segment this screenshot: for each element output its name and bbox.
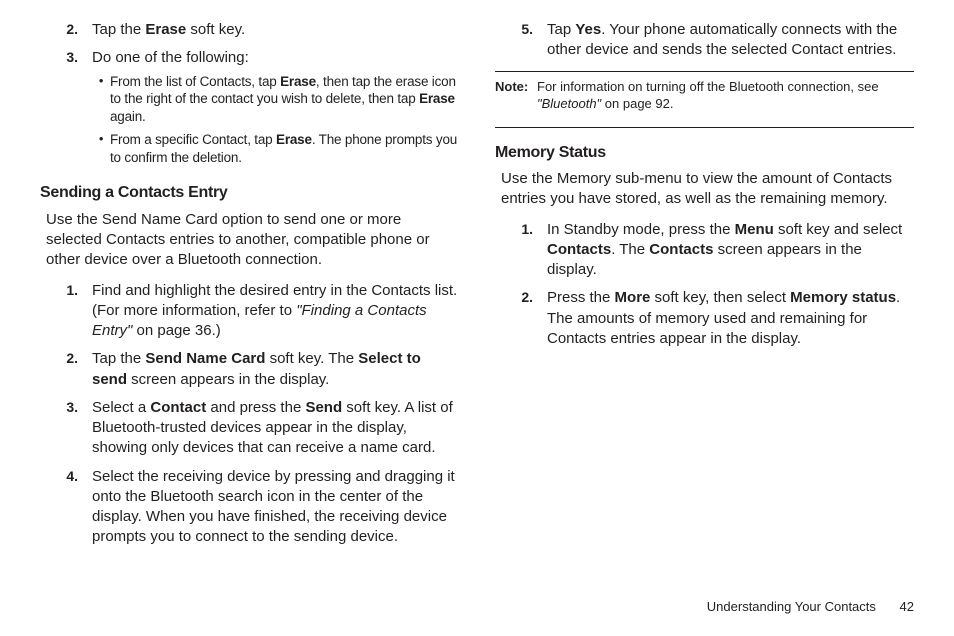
list-item: 2.Press the More soft key, then select M… [495,288,914,349]
list-item: 2.Tap the Erase soft key. [40,20,459,40]
step-text: Select the receiving device by pressing … [92,467,459,548]
sending-contacts-heading: Sending a Contacts Entry [40,182,459,204]
sending-steps-list: 1.Find and highlight the desired entry i… [40,281,459,548]
step-text: Press the More soft key, then select Mem… [547,288,914,349]
two-column-layout: 2.Tap the Erase soft key.3.Do one of the… [40,20,914,558]
erase-steps-list: 2.Tap the Erase soft key.3.Do one of the… [40,20,459,172]
sending-contacts-intro: Use the Send Name Card option to send on… [46,210,459,271]
step-number: 2. [495,288,547,349]
note-rule-bottom [495,127,914,128]
step-number: 1. [40,281,92,342]
memory-status-intro: Use the Memory sub-menu to view the amou… [501,169,914,210]
step-number: 5. [495,20,547,61]
bullet-item: From the list of Contacts, tap Erase, th… [92,73,459,126]
step-number: 1. [495,220,547,281]
step-number: 3. [40,398,92,459]
bluetooth-note: Note: For information on turning off the… [495,74,914,119]
page-footer: Understanding Your Contacts 42 [707,599,914,614]
bullet-item: From a specific Contact, tap Erase. The … [92,131,459,166]
step-text: Select a Contact and press the Send soft… [92,398,459,459]
note-body: For information on turning off the Bluet… [537,78,914,113]
sub-bullet-list: From the list of Contacts, tap Erase, th… [92,73,459,167]
sending-steps-continued: 5.Tap Yes. Your phone automatically conn… [495,20,914,61]
left-column: 2.Tap the Erase soft key.3.Do one of the… [40,20,459,558]
step-number: 4. [40,467,92,548]
step-text: Tap the Erase soft key. [92,20,459,40]
step-text: Tap Yes. Your phone automatically connec… [547,20,914,61]
step-number: 2. [40,20,92,40]
note-label: Note: [495,78,537,113]
right-column: 5.Tap Yes. Your phone automatically conn… [495,20,914,558]
list-item: 3.Select a Contact and press the Send so… [40,398,459,459]
step-text: Do one of the following:From the list of… [92,48,459,172]
list-item: 5.Tap Yes. Your phone automatically conn… [495,20,914,61]
step-text: Tap the Send Name Card soft key. The Sel… [92,349,459,390]
memory-steps-list: 1.In Standby mode, press the Menu soft k… [495,220,914,350]
footer-page-number: 42 [900,599,914,614]
step-text: In Standby mode, press the Menu soft key… [547,220,914,281]
list-item: 1.Find and highlight the desired entry i… [40,281,459,342]
list-item: 1.In Standby mode, press the Menu soft k… [495,220,914,281]
memory-status-heading: Memory Status [495,142,914,164]
list-item: 2.Tap the Send Name Card soft key. The S… [40,349,459,390]
list-item: 3.Do one of the following:From the list … [40,48,459,172]
list-item: 4.Select the receiving device by pressin… [40,467,459,548]
step-text: Find and highlight the desired entry in … [92,281,459,342]
footer-section-title: Understanding Your Contacts [707,599,876,614]
step-number: 3. [40,48,92,172]
manual-page: 2.Tap the Erase soft key.3.Do one of the… [0,0,954,636]
step-number: 2. [40,349,92,390]
note-rule-top [495,71,914,72]
